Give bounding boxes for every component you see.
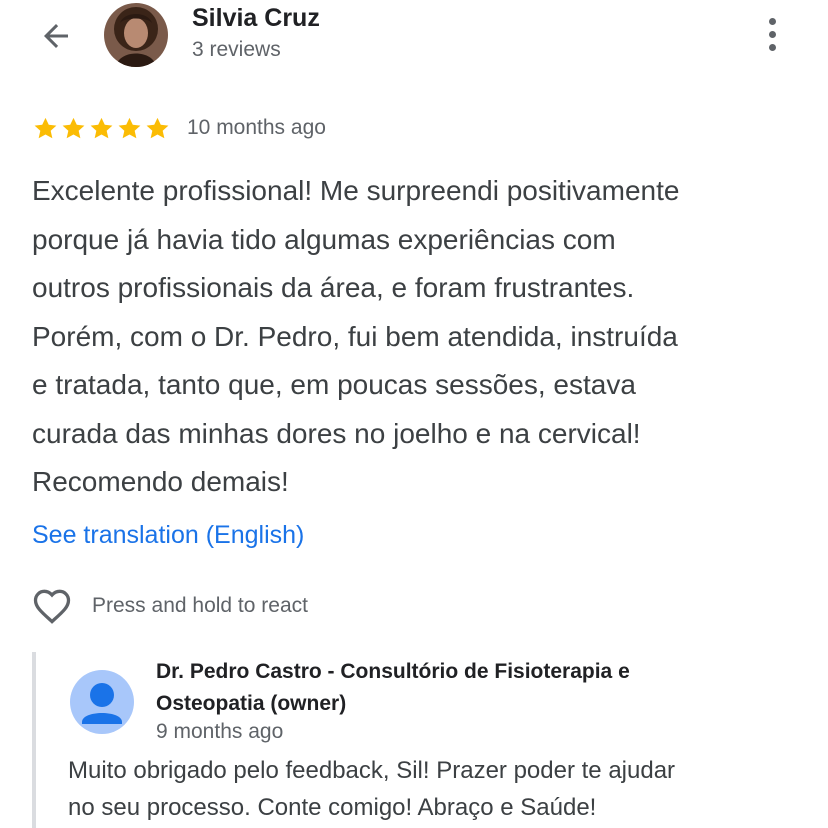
more-vert-icon-dot (768, 17, 776, 25)
owner-reply-text: Muito obrigado pelo feedback, Sil! Praze… (68, 757, 676, 821)
star-rating (32, 115, 171, 142)
heart-outline-icon (33, 589, 71, 624)
reviewer-name[interactable]: Silvia Cruz (192, 4, 320, 33)
star-icon (90, 117, 113, 138)
reviewer-photo (104, 3, 168, 67)
reviewer-avatar[interactable] (104, 3, 168, 67)
rating-row: 10 months ago (32, 112, 326, 144)
react-button[interactable]: Press and hold to react (30, 584, 308, 628)
owner-reply-time: 9 months ago (156, 720, 284, 743)
star-icon (118, 117, 141, 138)
star-icon (146, 117, 169, 138)
owner-name: Dr. Pedro Castro - Consultório de Fisiot… (156, 660, 630, 715)
react-label: Press and hold to react (92, 594, 308, 617)
back-button[interactable] (30, 14, 82, 58)
review-text: Excelente profissional! Me surpreendi po… (32, 175, 680, 497)
arrow-back-icon (44, 24, 68, 48)
more-vert-icon-dot (768, 30, 776, 38)
more-vert-icon-dot (768, 43, 776, 51)
see-translation-link[interactable]: See translation (English) (32, 521, 304, 550)
person-avatar-icon (70, 670, 134, 734)
review-header: Silvia Cruz 3 reviews (0, 0, 828, 80)
more-options-button[interactable] (752, 12, 792, 56)
star-icon (34, 117, 57, 138)
review-time: 10 months ago (187, 116, 326, 139)
reviewer-review-count[interactable]: 3 reviews (192, 38, 281, 62)
star-icon (62, 117, 85, 138)
owner-reply: Dr. Pedro Castro - Consultório de Fisiot… (32, 652, 816, 828)
